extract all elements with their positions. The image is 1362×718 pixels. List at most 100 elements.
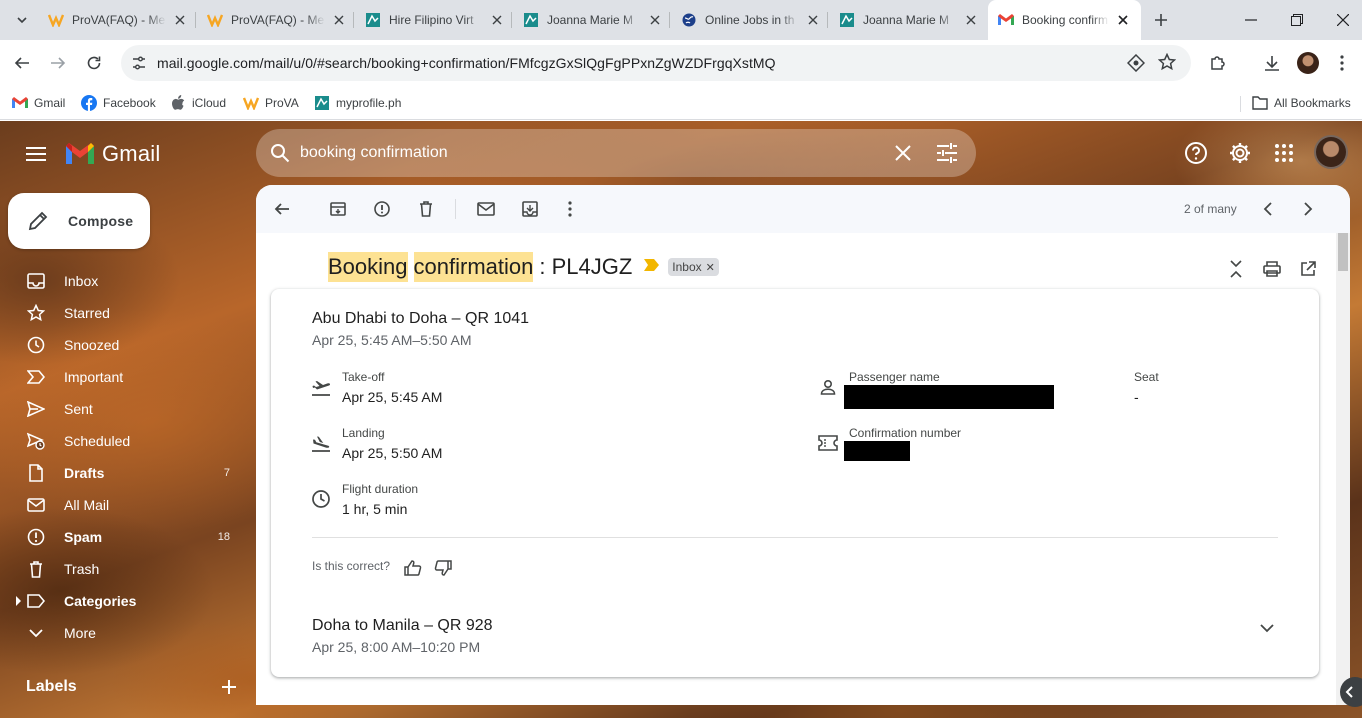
nav-scheduled[interactable]: Scheduled [16,425,240,457]
expand-flight-button[interactable] [1256,617,1278,639]
nav-snoozed[interactable]: Snoozed [16,329,240,361]
nav-sent[interactable]: Sent [16,393,240,425]
more-actions-button[interactable] [558,197,582,221]
flight-title: Doha to Manila – QR 928 [312,617,493,634]
newer-button[interactable] [1256,197,1280,221]
window-close-button[interactable] [1320,0,1362,40]
bookmark-icloud[interactable]: iCloud [170,93,226,113]
bookmark-facebook[interactable]: Facebook [81,93,156,113]
collapse-all-button[interactable] [1224,257,1248,281]
remove-label-icon[interactable]: ✕ [706,261,715,274]
all-bookmarks[interactable]: All Bookmarks [1252,93,1351,113]
nav-inbox[interactable]: Inbox [16,265,240,297]
nav-more[interactable]: More [16,617,240,649]
bookmark-star-icon[interactable] [1158,53,1176,71]
create-label-button[interactable] [222,680,236,694]
close-icon[interactable] [489,12,505,28]
tab-online-jobs[interactable]: Online Jobs in th [681,6,821,34]
close-icon[interactable] [1115,12,1131,28]
extensions-button[interactable] [1204,49,1232,77]
more-vert-icon [1340,55,1344,71]
print-button[interactable] [1260,257,1284,281]
back-to-search-button[interactable] [270,197,294,221]
search-icon[interactable] [270,143,290,163]
forward-button[interactable] [44,49,72,77]
scrollbar[interactable] [1336,233,1350,705]
close-icon[interactable] [172,12,188,28]
close-icon[interactable] [647,12,663,28]
scrollbar-thumb[interactable] [1338,233,1348,271]
report-spam-button[interactable] [370,197,394,221]
mark-unread-button[interactable] [474,197,498,221]
bookmark-prova[interactable]: ProVA [243,93,299,113]
nav-starred[interactable]: Starred [16,297,240,329]
bookmark-gmail[interactable]: Gmail [12,93,65,113]
address-bar[interactable]: mail.google.com/mail/u/0/#search/booking… [121,45,1191,81]
search-options-icon[interactable] [936,143,958,163]
nav-categories[interactable]: Categories [16,585,240,617]
trash-icon [26,559,46,579]
support-button[interactable] [1180,137,1212,169]
older-button[interactable] [1296,197,1320,221]
apps-button[interactable] [1268,137,1300,169]
nav-spam[interactable]: Spam 18 [16,521,240,553]
nav-drafts[interactable]: Drafts 7 [16,457,240,489]
tab-joanna-marie-2[interactable]: Joanna Marie M [839,6,979,34]
bookmarks-bar: Gmail Facebook iCloud ProVA myprofile.ph… [0,86,1362,120]
tab-prova-faq-2[interactable]: ProVA(FAQ) - Me [207,6,347,34]
compose-button[interactable]: Compose [8,193,150,249]
account-avatar[interactable] [1314,135,1348,169]
archive-button[interactable] [326,197,350,221]
tab-joanna-marie-1[interactable]: Joanna Marie M [523,6,663,34]
profile-button[interactable] [1294,49,1322,77]
clear-search-icon[interactable] [894,144,912,162]
reload-button[interactable] [80,49,108,77]
main-menu-button[interactable] [22,140,50,168]
back-button[interactable] [8,49,36,77]
delete-button[interactable] [414,197,438,221]
password-manager-icon[interactable] [1127,54,1145,72]
thumbs-up-icon [404,560,422,576]
minimize-button[interactable] [1228,0,1274,40]
chevron-left-icon [1263,202,1272,216]
inbox-label-chip[interactable]: Inbox ✕ [668,258,719,276]
open-new-window-button[interactable] [1296,257,1320,281]
chrome-menu-button[interactable] [1328,49,1356,77]
search-bar[interactable]: booking confirmation [256,129,976,177]
search-input[interactable]: booking confirmation [300,144,448,162]
bookmark-label: myprofile.ph [336,96,402,110]
site-info-icon[interactable] [131,55,147,71]
downloads-button[interactable] [1258,49,1286,77]
close-icon[interactable] [805,12,821,28]
important-marker-icon[interactable] [644,259,660,275]
bookmark-myprofile[interactable]: myprofile.ph [314,93,401,113]
tab-search-button[interactable] [10,8,34,32]
thumbs-up-button[interactable] [402,557,424,579]
nav-label: Important [64,369,124,385]
nav-trash[interactable]: Trash [16,553,240,585]
reload-icon [87,56,101,70]
gmail-logo[interactable]: Gmail [64,139,160,169]
move-to-button[interactable] [518,197,542,221]
card-divider [312,537,1278,538]
nav-count: 7 [223,467,230,479]
bookmark-label: iCloud [192,96,227,110]
archive-icon [330,202,346,216]
tab-hire-filipino[interactable]: Hire Filipino Virt [365,6,505,34]
new-tab-button[interactable] [1149,8,1173,32]
caret-right-icon[interactable] [16,596,22,606]
side-panel-toggle[interactable] [1340,677,1362,707]
settings-button[interactable] [1224,137,1256,169]
nav-important[interactable]: Important [16,361,240,393]
nav-all-mail[interactable]: All Mail [16,489,240,521]
tab-prova-faq-1[interactable]: ProVA(FAQ) - Me [48,6,188,34]
mail-icon [26,495,46,515]
confirmation-number-redacted [844,441,910,461]
tab-booking-confirmation[interactable]: Booking confirm [988,0,1141,40]
plus-icon [222,680,236,694]
close-icon[interactable] [963,12,979,28]
thumbs-down-button[interactable] [432,557,454,579]
chevron-right-icon [1304,202,1313,216]
close-icon[interactable] [331,12,347,28]
restore-button[interactable] [1274,0,1320,40]
